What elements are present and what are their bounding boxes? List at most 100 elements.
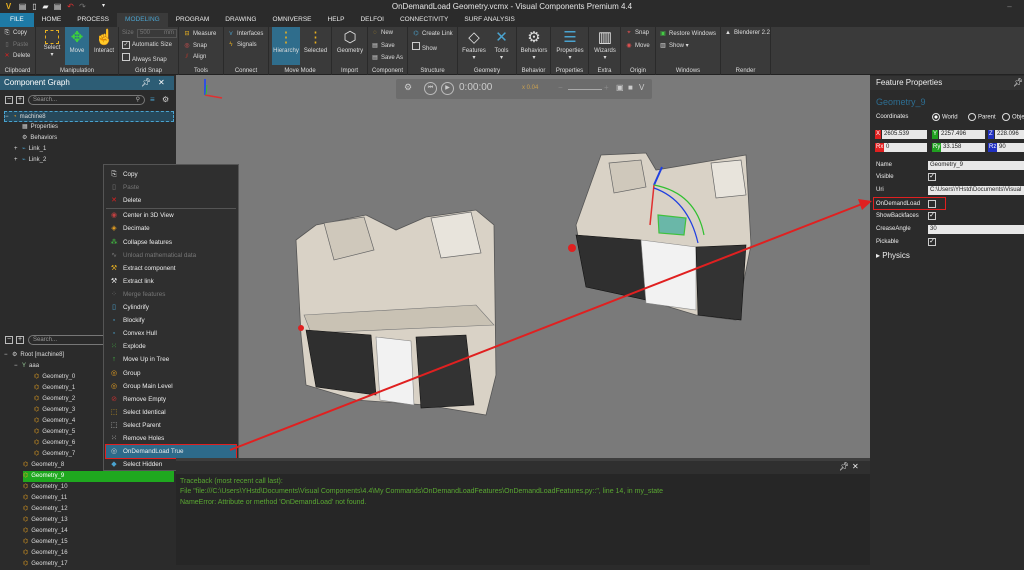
feature-tree-item[interactable]: ⌬ Geometry_1 (34, 383, 75, 394)
filter-icon[interactable]: ≡ (150, 95, 155, 104)
coord-radio-world[interactable]: World (932, 113, 958, 121)
feature-tree-item[interactable]: − ⚙ Root [machine8] (4, 350, 64, 361)
save-as-component-button[interactable]: ▤ Save As (371, 54, 403, 61)
align-button[interactable]: ⫽ Align (183, 54, 207, 61)
play-icon[interactable]: ▶ (441, 82, 454, 95)
creaseangle-field[interactable]: 30 (928, 225, 1024, 234)
snap-button[interactable]: ◎ Snap (183, 42, 207, 49)
feature-tree-item[interactable]: ⌬ Geometry_10 (23, 482, 68, 493)
collapse-all-icon[interactable]: − (5, 336, 13, 344)
behaviors-button[interactable]: ⚙ Behaviors ▾ (518, 27, 550, 65)
move-button[interactable]: ✥ Move (65, 27, 89, 65)
properties-button[interactable]: ☰ Properties ▾ (553, 27, 587, 65)
selected-button[interactable]: ⋮ Selected (301, 27, 330, 65)
pickable-checkbox[interactable]: ✓ (928, 238, 936, 246)
feature-tree-item[interactable]: ⌬ Geometry_4 (34, 416, 75, 427)
paste-button[interactable]: ▯ Paste (3, 41, 28, 48)
tab-delfoi[interactable]: DELFOI (352, 13, 391, 27)
tab-file[interactable]: FILE (0, 13, 34, 27)
feature-tree-item[interactable]: ⌬ Geometry_2 (34, 394, 75, 405)
component-tree-item[interactable]: + ⌁ Link_1 (14, 144, 46, 155)
ry-field[interactable]: 33.158 (941, 143, 985, 152)
component-search-input[interactable]: Search... ⚲ (28, 95, 145, 105)
menu-item-delete[interactable]: ✕ Delete (106, 194, 236, 207)
delete-button[interactable]: ✕ Delete (3, 52, 30, 59)
physics-section[interactable]: ▸ Physics (876, 251, 910, 260)
uri-field[interactable]: C:\Users\YHstd\Documents\Visual (928, 186, 1024, 195)
menu-item-extract-component[interactable]: ⚒ Extract component (106, 262, 236, 275)
menu-item-group[interactable]: ◎ Group (106, 367, 236, 380)
playback-settings-icon[interactable]: ⚙ (404, 82, 412, 93)
new-component-button[interactable]: ◌ New (371, 30, 393, 36)
signals-button[interactable]: ϟ Signals (227, 42, 256, 48)
feature-tree-item[interactable]: ⌬ Geometry_16 (23, 548, 68, 559)
name-field[interactable]: Geometry_9 (928, 161, 1024, 170)
pin-icon[interactable]: 📌︎ (839, 462, 849, 471)
menu-item-remove-empty[interactable]: ⊘ Remove Empty (106, 393, 236, 406)
rx-field[interactable]: 0 (884, 143, 927, 152)
machine-model-right[interactable] (568, 152, 752, 321)
speed-slider[interactable] (568, 89, 602, 90)
feature-search-input[interactable]: Search... (28, 335, 108, 345)
blenderer-button[interactable]: ▲ Blenderer 2.2 (724, 30, 770, 36)
render-icon[interactable]: V (639, 83, 644, 92)
menu-item-select-identical[interactable]: ⬚ Select Identical (106, 406, 236, 419)
feature-tree-item[interactable]: ⌬ Geometry_13 (23, 515, 68, 526)
create-link-button[interactable]: ⌬ Create Link (412, 30, 452, 37)
wizards-button[interactable]: ▥ Wizards ▾ (590, 27, 620, 65)
copy-button[interactable]: ⎘ Copy (3, 30, 27, 37)
z-field[interactable]: 228.096 (995, 130, 1024, 139)
minimize-icon[interactable]: – (1005, 2, 1014, 11)
feature-tree-item[interactable]: ⌬ Geometry_3 (34, 405, 75, 416)
feature-tree-item[interactable]: ⌬ Geometry_8 (23, 460, 64, 471)
feature-tree-item[interactable]: ⌬ Geometry_6 (34, 438, 75, 449)
camera-icon[interactable]: ■ (628, 83, 633, 92)
pin-icon[interactable]: 📌︎ (141, 76, 151, 90)
pin-icon[interactable]: 📌︎ (1013, 76, 1023, 90)
show-structure-checkbox[interactable]: Show (412, 42, 437, 52)
rewind-icon[interactable]: ⏮ (424, 82, 437, 95)
machine-model-left[interactable] (295, 209, 497, 416)
feature-tree-item[interactable]: − Yaaa (14, 361, 39, 372)
menu-item-decimate[interactable]: ◈ Decimate (106, 222, 236, 235)
menu-item-copy[interactable]: ⎘ Copy (106, 168, 236, 181)
menu-item-center-in-3d-view[interactable]: ◉ Center in 3D View (106, 209, 236, 222)
ondemandload-checkbox[interactable] (928, 200, 936, 208)
tab-surf-analysis[interactable]: SURF ANALYSIS (456, 13, 522, 27)
component-tree-item[interactable]: ▦ Properties (14, 122, 58, 133)
save-component-button[interactable]: ▤ Save (371, 42, 395, 49)
rz-field[interactable]: 90 (997, 143, 1024, 152)
feature-tree-item[interactable]: ⌬ Geometry_12 (23, 504, 68, 515)
automatic-size-checkbox[interactable]: ✓ Automatic Size (122, 41, 172, 49)
import-geometry-button[interactable]: ⬡ Geometry (334, 27, 366, 65)
component-tree-item[interactable]: + ⌁ Link_2 (14, 155, 46, 166)
restore-windows-button[interactable]: ▣ Restore Windows (659, 30, 716, 37)
zoom-in-icon[interactable]: + (604, 83, 609, 92)
collapse-all-icon[interactable]: − (5, 96, 13, 104)
component-tree-item[interactable]: − ◔ machine8 (4, 111, 174, 122)
feature-tree-item[interactable]: ⌬ Geometry_0 (34, 372, 75, 383)
expand-icon[interactable]: + (14, 144, 22, 155)
settings-gear-icon[interactable]: ⚙ (162, 95, 169, 104)
close-icon[interactable]: ✕ (158, 76, 165, 90)
tab-connectivity[interactable]: CONNECTIVITY (392, 13, 456, 27)
menu-item-group-main-level[interactable]: ◎ Group Main Level (106, 380, 236, 393)
pdf-export-icon[interactable]: ▣ (616, 83, 624, 92)
menu-item-explode[interactable]: ⁙ Explode (106, 340, 236, 353)
origin-move-button[interactable]: ◉ Move (625, 42, 649, 49)
visible-checkbox[interactable]: ✓ (928, 173, 936, 181)
zoom-out-icon[interactable]: − (558, 83, 563, 92)
menu-item-select-parent[interactable]: ⬚ Select Parent (106, 419, 236, 432)
feature-tree-item[interactable]: ⌬ Geometry_14 (23, 526, 68, 537)
feature-tree-item[interactable]: ⌬ Geometry_9 (23, 471, 174, 482)
interfaces-button[interactable]: ⋎ Interfaces (227, 30, 264, 37)
select-button[interactable]: Select ▾ (39, 27, 65, 65)
origin-snap-button[interactable]: ⌖ Snap (625, 30, 649, 37)
expand-all-icon[interactable]: + (16, 336, 24, 344)
tab-help[interactable]: HELP (320, 13, 353, 27)
menu-item-ondemandload-true[interactable]: ◎ OnDemandLoad True (105, 444, 237, 460)
3d-viewport[interactable]: ⚙ ⏮ ▶ 0:00:00 x 0.04 − + ▣ ■ V (176, 75, 870, 458)
collapse-icon[interactable]: − (5, 112, 13, 123)
tab-process[interactable]: PROCESS (69, 13, 117, 27)
tab-omniverse[interactable]: OMNIVERSE (264, 13, 319, 27)
